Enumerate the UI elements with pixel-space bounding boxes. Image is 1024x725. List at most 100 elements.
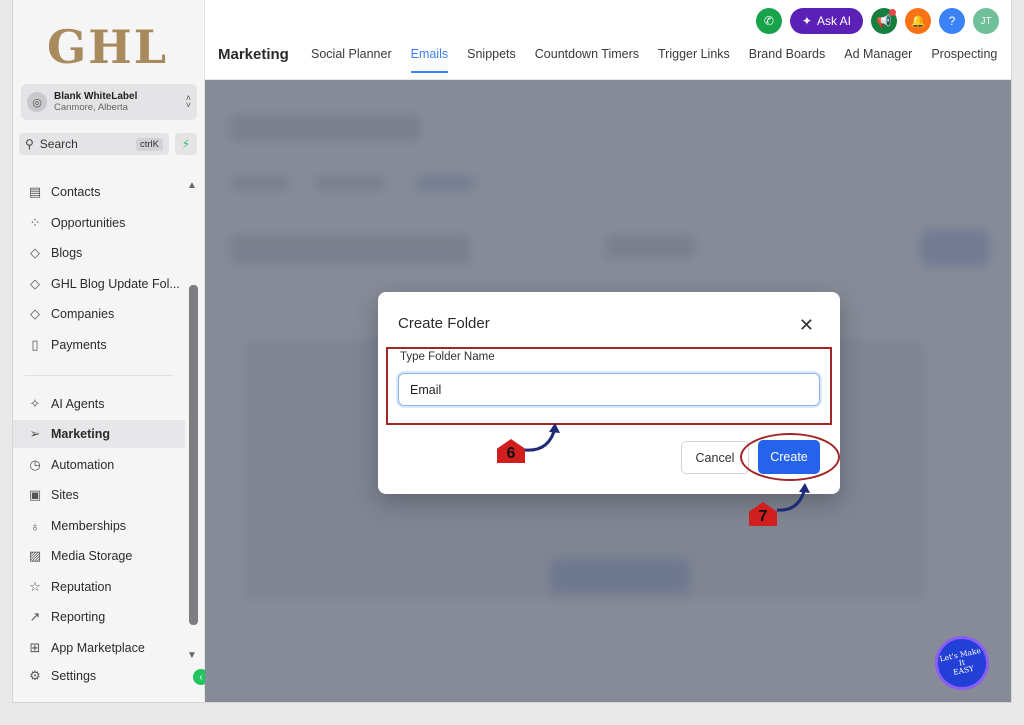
tab-snippets[interactable]: Snippets: [467, 47, 516, 73]
folder-name-input[interactable]: [398, 373, 820, 406]
step-7-arrow-icon: [776, 483, 810, 512]
sidebar-item-memberships[interactable]: ♁ Memberships: [13, 512, 185, 540]
sidebar-item-label: Reputation: [51, 580, 112, 594]
ask-ai-button[interactable]: ✦ Ask AI: [789, 8, 863, 34]
modal-title: Create Folder: [398, 315, 490, 332]
chevron-updown-icon: ˄ ˅: [185, 93, 191, 110]
sidebar-item-sites[interactable]: ▣ Sites: [13, 481, 185, 509]
ask-ai-label: Ask AI: [816, 14, 851, 28]
sidebar-item-label: Settings: [51, 669, 97, 683]
sparkle-icon: ✧: [29, 396, 41, 411]
search-icon: ⚲: [25, 137, 34, 151]
quick-action-bolt-icon[interactable]: ⚡: [175, 133, 197, 155]
tab-countdown-timers[interactable]: Countdown Timers: [535, 47, 639, 73]
account-name: Blank WhiteLabel: [54, 91, 138, 102]
sidebar-item-ghl-blog-update[interactable]: ◇ GHL Blog Update Fol...: [13, 270, 185, 298]
tab-ad-manager[interactable]: Ad Manager: [844, 47, 912, 73]
star-icon: ☆: [29, 579, 41, 594]
chart-icon: ↗: [29, 609, 41, 624]
tab-trigger-links[interactable]: Trigger Links: [658, 47, 730, 73]
sidebar-item-companies[interactable]: ◇ Companies: [13, 300, 185, 328]
megaphone-icon[interactable]: 📢: [871, 8, 897, 34]
sidebar-item-label: Opportunities: [51, 216, 126, 230]
sidebar-divider: [25, 375, 173, 376]
avatar[interactable]: JT: [973, 8, 999, 34]
sidebar-item-label: Media Storage: [51, 549, 133, 563]
sidebar-item-app-marketplace[interactable]: ⊞ App Marketplace: [13, 634, 185, 662]
step-7-marker: 7: [749, 502, 777, 526]
step-6-arrow-icon: [524, 423, 560, 452]
search-input[interactable]: ⚲ Search ctrlK: [19, 133, 169, 155]
search-shortcut: ctrlK: [136, 137, 163, 151]
memberships-icon: ♁: [30, 518, 40, 534]
grid-icon: ⊞: [29, 640, 41, 655]
create-folder-modal: Create Folder ✕ Type Folder Name Cancel …: [378, 292, 840, 494]
tab-emails[interactable]: Emails: [410, 47, 449, 73]
step-7-number: 7: [758, 508, 768, 525]
cancel-button[interactable]: Cancel: [681, 441, 749, 474]
sidebar-item-label: Blogs: [51, 246, 83, 260]
folder-icon: ◇: [30, 276, 40, 291]
step-6-marker: 6: [497, 439, 525, 463]
sidebar-item-label: GHL Blog Update Fol...: [51, 277, 180, 291]
marketing-tabs: Social Planner Emails Snippets Countdown…: [311, 47, 997, 73]
blogs-icon: ◇: [30, 245, 40, 260]
companies-icon: ◇: [30, 306, 40, 321]
avatar-initials: JT: [980, 15, 992, 27]
tab-social-planner[interactable]: Social Planner: [311, 47, 392, 73]
sidebar-item-label: App Marketplace: [51, 641, 145, 655]
sidebar-item-marketing[interactable]: ➢ Marketing: [13, 420, 185, 448]
image-icon: ▨: [28, 548, 42, 563]
sidebar-item-reporting[interactable]: ↗ Reporting: [13, 603, 185, 631]
app-window: GHL ◎ Blank WhiteLabel Canmore, Alberta …: [12, 0, 1012, 703]
sidebar-item-label: Contacts: [51, 185, 101, 199]
scroll-up-arrow-icon[interactable]: ▲: [187, 180, 197, 191]
sparkle-icon: ✦: [801, 14, 812, 28]
gear-icon: ⚙: [29, 668, 41, 683]
sidebar-item-label: Reporting: [51, 610, 106, 624]
opportunities-icon: ⁘: [29, 215, 41, 230]
help-icon[interactable]: ?: [939, 8, 965, 34]
sidebar-item-label: Companies: [51, 307, 115, 321]
sidebar-item-label: AI Agents: [51, 397, 105, 411]
sidebar-item-reputation[interactable]: ☆ Reputation: [13, 573, 185, 601]
tab-prospecting[interactable]: Prospecting: [931, 47, 997, 73]
bell-icon[interactable]: 🔔: [905, 8, 931, 34]
account-location: Canmore, Alberta: [54, 102, 128, 113]
scroll-down-arrow-icon[interactable]: ▼: [187, 650, 197, 661]
send-icon: ➢: [29, 426, 41, 441]
sidebar-item-label: Payments: [51, 338, 107, 352]
sidebar-item-payments[interactable]: ▯ Payments: [13, 331, 185, 359]
sidebar-item-media-storage[interactable]: ▨ Media Storage: [13, 542, 185, 570]
sidebar-item-blogs[interactable]: ◇ Blogs: [13, 239, 185, 267]
sidebar-item-label: Marketing: [51, 427, 111, 441]
sidebar: GHL ◎ Blank WhiteLabel Canmore, Alberta …: [13, 0, 209, 702]
notification-dot: [889, 9, 896, 16]
phone-icon[interactable]: ✆: [755, 8, 782, 34]
close-icon[interactable]: ✕: [799, 315, 814, 336]
sidebar-item-settings[interactable]: ⚙ Settings: [13, 662, 185, 690]
folder-name-label: Type Folder Name: [400, 351, 495, 363]
sidebar-item-label: Sites: [51, 488, 79, 502]
sidebar-item-contacts[interactable]: ▤ Contacts: [13, 178, 185, 206]
sidebar-item-automation[interactable]: ◷ Automation: [13, 451, 185, 479]
automation-icon: ◷: [29, 457, 41, 472]
payments-icon: ▯: [31, 337, 39, 352]
sidebar-item-label: Memberships: [51, 519, 127, 533]
sidebar-scrollbar[interactable]: [189, 285, 198, 625]
page-title: Marketing: [218, 46, 289, 63]
tab-brand-boards[interactable]: Brand Boards: [749, 47, 825, 73]
sites-icon: ▣: [28, 487, 42, 502]
sidebar-item-label: Automation: [51, 458, 115, 472]
search-label: Search: [39, 137, 78, 151]
sidebar-item-ai-agents[interactable]: ✧ AI Agents: [13, 390, 185, 418]
help-label: ?: [948, 14, 956, 28]
account-switcher[interactable]: ◎ Blank WhiteLabel Canmore, Alberta ˄ ˅: [21, 84, 197, 120]
create-button[interactable]: Create: [758, 440, 820, 474]
top-header: ✆ ✦ Ask AI 📢 🔔 ? JT Marketing Social Pla…: [205, 0, 1011, 80]
sidebar-item-opportunities[interactable]: ⁘ Opportunities: [13, 209, 185, 237]
ghl-logo[interactable]: GHL: [47, 20, 168, 74]
contacts-icon: ▤: [28, 184, 42, 199]
location-icon: ◎: [27, 92, 47, 112]
step-6-number: 6: [506, 445, 516, 462]
